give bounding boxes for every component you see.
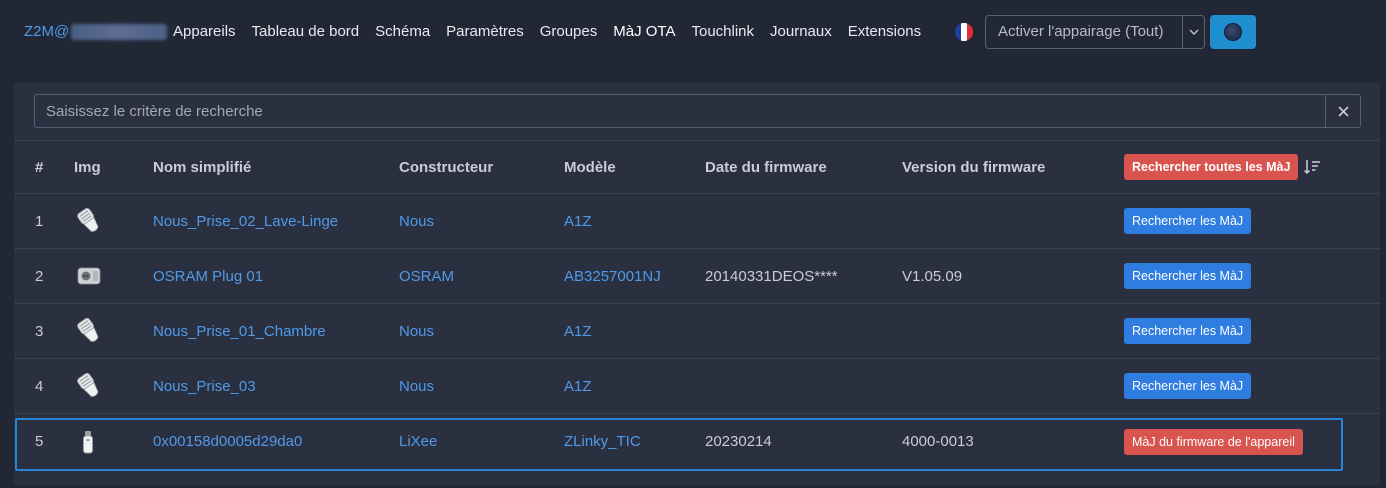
row-index: 5 <box>35 433 44 450</box>
theme-toggle-button[interactable] <box>1210 15 1256 49</box>
france-flag-icon[interactable] <box>955 23 973 41</box>
brand-label: Z2M@ <box>24 23 70 40</box>
model-link[interactable]: A1Z <box>564 359 592 413</box>
row-index: 3 <box>35 322 44 340</box>
smart-plug-icon <box>77 267 101 285</box>
row-actions: Rechercher les MàJ <box>1124 304 1252 358</box>
header-model[interactable]: Modèle <box>564 141 616 193</box>
update-firmware-button[interactable]: MàJ du firmware de l'appareil <box>1124 428 1303 455</box>
theme-toggle-icon <box>1225 24 1241 40</box>
close-icon <box>1337 105 1349 117</box>
header-fw-version[interactable]: Version du firmware <box>902 141 1045 193</box>
chevron-down-icon[interactable] <box>1182 16 1204 48</box>
header-index: # <box>35 158 44 176</box>
clear-search-button[interactable] <box>1325 95 1360 127</box>
row-index: 4 <box>35 377 44 395</box>
nav-link-devices[interactable]: Appareils <box>173 23 236 40</box>
nav-link-dashboard[interactable]: Tableau de bord <box>252 23 360 40</box>
nav-link-settings[interactable]: Paramètres <box>446 23 524 40</box>
redacted-hostname <box>71 23 168 40</box>
model-link[interactable]: AB3257001NJ <box>564 249 661 303</box>
device-name-link[interactable]: Nous_Prise_03 <box>153 359 256 413</box>
manufacturer-link[interactable]: Nous <box>399 194 434 248</box>
device-name-link[interactable]: OSRAM Plug 01 <box>153 249 263 303</box>
check-update-button[interactable]: Rechercher les MàJ <box>1124 208 1252 234</box>
nav-link-map[interactable]: Schéma <box>375 23 430 40</box>
check-update-button[interactable]: Rechercher les MàJ <box>1124 373 1252 399</box>
manufacturer-link[interactable]: OSRAM <box>399 249 454 303</box>
row-actions: Rechercher les MàJ <box>1124 249 1252 303</box>
firmware-date: 20230214 <box>705 433 772 450</box>
device-name-link[interactable]: Nous_Prise_02_Lave-Linge <box>153 194 338 248</box>
sort-descending-icon[interactable] <box>1303 158 1321 176</box>
bulb-plug-icon <box>77 372 99 397</box>
manufacturer-link[interactable]: LiXee <box>399 414 437 469</box>
nav-link-touchlink[interactable]: Touchlink <box>691 23 754 40</box>
ota-card: # Img Nom simplifié Constructeur Modèle … <box>14 82 1380 486</box>
device-image <box>74 359 104 413</box>
pairing-control: Activer l'appairage (Tout) <box>985 15 1205 49</box>
brand[interactable]: Z2M@ <box>24 23 168 40</box>
bulb-plug-icon <box>77 317 99 342</box>
nav-link-logs[interactable]: Journaux <box>770 23 832 40</box>
header-name[interactable]: Nom simplifié <box>153 141 251 193</box>
header-actions: Rechercher toutes les MàJ <box>1124 141 1321 193</box>
device-image <box>74 249 104 303</box>
nav-link-extensions[interactable]: Extensions <box>848 23 921 40</box>
device-name-link[interactable]: Nous_Prise_01_Chambre <box>153 304 326 358</box>
device-image <box>74 414 104 469</box>
row-actions: Rechercher les MàJ <box>1124 194 1252 248</box>
nav-link-groups[interactable]: Groupes <box>540 23 598 40</box>
row-index: 2 <box>35 267 44 285</box>
usb-dongle-icon <box>83 430 93 453</box>
table-row: 5 0x00158d0005d29da0 LiXee ZLinky_TIC 20… <box>14 414 1380 469</box>
device-image <box>74 304 104 358</box>
manufacturer-link[interactable]: Nous <box>399 359 434 413</box>
nav-link-ota[interactable]: MàJ OTA <box>613 23 675 40</box>
model-link[interactable]: A1Z <box>564 304 592 358</box>
table-header: # Img Nom simplifié Constructeur Modèle … <box>14 140 1380 194</box>
bulb-plug-icon <box>77 207 99 232</box>
model-link[interactable]: ZLinky_TIC <box>564 414 641 469</box>
model-link[interactable]: A1Z <box>564 194 592 248</box>
check-update-button[interactable]: Rechercher les MàJ <box>1124 318 1252 344</box>
check-all-updates-button[interactable]: Rechercher toutes les MàJ <box>1124 154 1299 180</box>
device-image <box>74 194 104 248</box>
header-img: Img <box>74 158 101 176</box>
navbar: Z2M@ Appareils Tableau de bord Schéma Pa… <box>0 0 1386 64</box>
table-row: 4 Nous_Prise_03 Nous A1Z Rechercher les … <box>14 359 1380 414</box>
permit-join-button[interactable]: Activer l'appairage (Tout) <box>986 16 1182 48</box>
nav-links: Appareils Tableau de bord Schéma Paramèt… <box>173 23 937 40</box>
row-index: 1 <box>35 212 44 230</box>
search-input[interactable] <box>35 95 1325 127</box>
search-bar <box>34 94 1361 128</box>
firmware-date: 20140331DEOS**** <box>705 267 838 285</box>
firmware-version: 4000-0013 <box>902 433 974 450</box>
row-actions: Rechercher les MàJ <box>1124 359 1252 413</box>
manufacturer-link[interactable]: Nous <box>399 304 434 358</box>
table-row: 2 OSRAM Plug 01 OSRAM AB3257001NJ 201403… <box>14 249 1380 304</box>
table-row: 1 Nous_Prise_02_Lave-Linge Nous A1Z Rech… <box>14 194 1380 249</box>
device-name-link[interactable]: 0x00158d0005d29da0 <box>153 414 302 469</box>
header-fw-date[interactable]: Date du firmware <box>705 141 827 193</box>
row-actions: MàJ du firmware de l'appareil <box>1124 414 1303 469</box>
firmware-version: V1.05.09 <box>902 267 963 285</box>
header-manufacturer[interactable]: Constructeur <box>399 141 493 193</box>
check-update-button[interactable]: Rechercher les MàJ <box>1124 263 1252 289</box>
table-row: 3 Nous_Prise_01_Chambre Nous A1Z Recherc… <box>14 304 1380 359</box>
